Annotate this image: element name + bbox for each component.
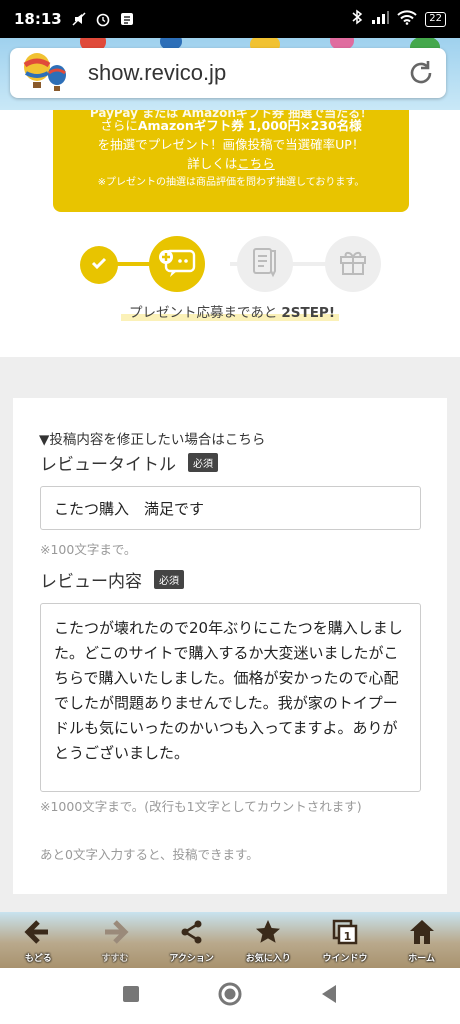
review-body-textarea[interactable]: こたつが壊れたので20年ぶりにこたつを購入しました。どこのサイトで購入するか大変… <box>40 603 421 792</box>
remaining-chars-hint: あと0文字入力すると、投稿できます。 <box>40 847 259 862</box>
system-navigation <box>0 968 460 1024</box>
notice-line3: 詳しくはこちら <box>187 156 275 171</box>
forward-button[interactable]: すすむ <box>84 918 146 964</box>
browser-toolbar: もどる すすむ アクション お気に入り 1 ウインドウ ホーム <box>0 912 460 968</box>
required-badge: 必須 <box>188 453 218 472</box>
campaign-section: PayPay または Amazonギフト券 抽選で当たる！ さらにAmazonギ… <box>0 110 460 357</box>
alarm-icon <box>94 11 112 27</box>
url-text: show.revico.jp <box>88 60 227 85</box>
required-badge: 必須 <box>154 570 184 589</box>
review-title-label: レビュータイトル 必須 <box>40 450 218 475</box>
mute-icon <box>70 11 88 27</box>
title-hint: ※100文字まで。 <box>40 542 137 557</box>
reload-icon[interactable] <box>406 58 436 88</box>
comment-plus-icon <box>158 245 196 283</box>
back-triangle-icon[interactable] <box>319 983 339 1009</box>
back-arrow-icon <box>24 918 52 950</box>
address-bar[interactable]: show.revico.jp <box>10 48 446 98</box>
star-icon <box>254 918 282 950</box>
action-button[interactable]: アクション <box>161 918 223 964</box>
favorites-button[interactable]: お気に入り <box>237 918 299 964</box>
review-title-input[interactable]: こたつ購入 満足です <box>40 486 421 530</box>
window-button[interactable]: 1 ウインドウ <box>314 918 376 964</box>
forward-arrow-icon <box>101 918 129 950</box>
notice-line2: を抽選でプレゼント！画像投稿で当選確率UP！ <box>97 137 365 152</box>
step-2-current <box>149 236 205 292</box>
signal-icon <box>371 10 390 28</box>
review-body-label: レビュー内容 必須 <box>40 567 184 592</box>
status-time: 18:13 <box>14 10 62 28</box>
check-icon <box>89 253 109 277</box>
home-circle-icon[interactable] <box>217 981 243 1011</box>
back-button[interactable]: もどる <box>7 918 69 964</box>
review-form: ▼投稿内容を修正したい場合はこちら レビュータイトル 必須 こたつ購入 満足です… <box>13 398 447 894</box>
window-icon: 1 <box>331 918 359 950</box>
step-1-complete <box>80 246 118 284</box>
wifi-icon <box>397 9 417 29</box>
share-icon <box>178 918 206 950</box>
notice-cut-line: PayPay または Amazonギフト券 抽選で当たる！ <box>89 110 373 120</box>
notes-icon <box>118 11 136 27</box>
bluetooth-icon <box>351 9 363 29</box>
details-link[interactable]: こちら <box>237 156 275 171</box>
progress-steps <box>80 236 381 292</box>
site-logo <box>20 51 68 95</box>
edit-post-link[interactable]: ▼投稿内容を修正したい場合はこちら <box>39 428 265 448</box>
home-icon <box>408 918 436 950</box>
home-button[interactable]: ホーム <box>391 918 453 964</box>
step-3-pending <box>237 236 293 292</box>
document-pen-icon <box>249 245 281 283</box>
step-caption: プレゼント応募まであと 2STEP! <box>0 301 460 321</box>
status-bar: 18:13 22 <box>0 0 460 38</box>
browser-bar: show.revico.jp <box>0 38 460 110</box>
body-hint: ※1000文字まで。(改行も1文字としてカウントされます) <box>40 799 362 814</box>
gift-icon <box>338 247 368 281</box>
window-count: 1 <box>344 930 352 943</box>
page-content: PayPay または Amazonギフト券 抽選で当たる！ さらにAmazonギ… <box>0 110 460 912</box>
campaign-notice: PayPay または Amazonギフト券 抽選で当たる！ さらにAmazonギ… <box>53 110 409 212</box>
recents-icon[interactable] <box>121 984 141 1008</box>
battery-icon: 22 <box>425 11 446 27</box>
notice-disclaimer: ※プレゼントの抽選は商品評価を問わず抽選しております。 <box>97 177 365 188</box>
step-4-pending <box>325 236 381 292</box>
